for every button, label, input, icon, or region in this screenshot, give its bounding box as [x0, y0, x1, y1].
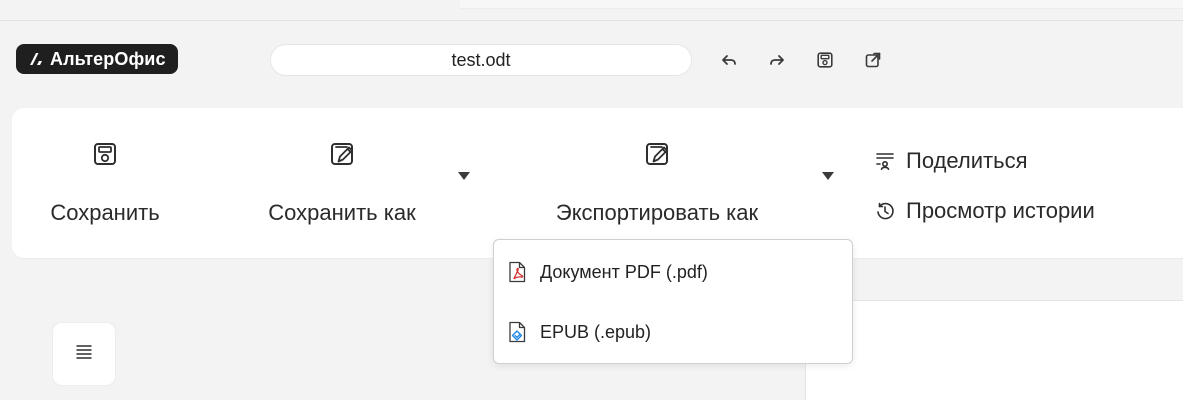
history-button[interactable]: Просмотр истории [874, 186, 1183, 236]
top-strip-shadow [460, 0, 1183, 9]
brand-logo-icon [28, 51, 44, 67]
share-label: Поделиться [906, 148, 1028, 173]
share-button[interactable]: Поделиться [874, 136, 1183, 186]
save-label: Сохранить [50, 200, 160, 225]
epub-file-icon [504, 319, 530, 345]
save-button[interactable]: Сохранить [20, 108, 190, 258]
export-as-label: Экспортировать как [555, 200, 759, 225]
document-canvas[interactable] [805, 300, 1183, 400]
export-as-menu: Документ PDF (.pdf) EPUB (.epub) [493, 239, 853, 364]
export-as-icon [641, 138, 673, 170]
app-root: АльтерОфис test.odt Сохранить Сохранить … [0, 0, 1183, 400]
export-epub-item[interactable]: EPUB (.epub) [494, 302, 852, 362]
top-strip [0, 0, 1183, 21]
pdf-file-icon [504, 259, 530, 285]
save-icon[interactable] [814, 49, 836, 71]
export-as-dropdown-icon[interactable] [822, 172, 834, 180]
export-as-button[interactable]: Экспортировать как [492, 108, 822, 258]
document-title-field[interactable]: test.odt [270, 44, 692, 76]
save-icon [89, 138, 121, 170]
open-external-icon[interactable] [862, 49, 884, 71]
history-icon [874, 200, 896, 222]
save-as-label: Сохранить как [268, 200, 416, 225]
history-label: Просмотр истории [906, 198, 1095, 223]
list-icon [73, 341, 95, 368]
save-as-dropdown-icon[interactable] [458, 172, 470, 180]
brand-badge: АльтерОфис [16, 44, 178, 74]
share-icon [874, 150, 896, 172]
export-epub-label: EPUB (.epub) [540, 321, 652, 342]
outline-toggle-button[interactable] [52, 322, 116, 386]
save-as-icon [326, 138, 358, 170]
save-as-button[interactable]: Сохранить как [212, 108, 472, 258]
export-pdf-item[interactable]: Документ PDF (.pdf) [494, 242, 852, 302]
top-quick-actions [718, 45, 884, 75]
export-pdf-label: Документ PDF (.pdf) [540, 261, 708, 282]
undo-icon[interactable] [718, 49, 740, 71]
brand-name: АльтерОфис [50, 48, 166, 69]
file-ribbon: Сохранить Сохранить как Экспортировать к… [12, 108, 1183, 258]
redo-icon[interactable] [766, 49, 788, 71]
document-title: test.odt [451, 49, 511, 70]
ribbon-right-column: Поделиться Просмотр истории [874, 136, 1183, 236]
